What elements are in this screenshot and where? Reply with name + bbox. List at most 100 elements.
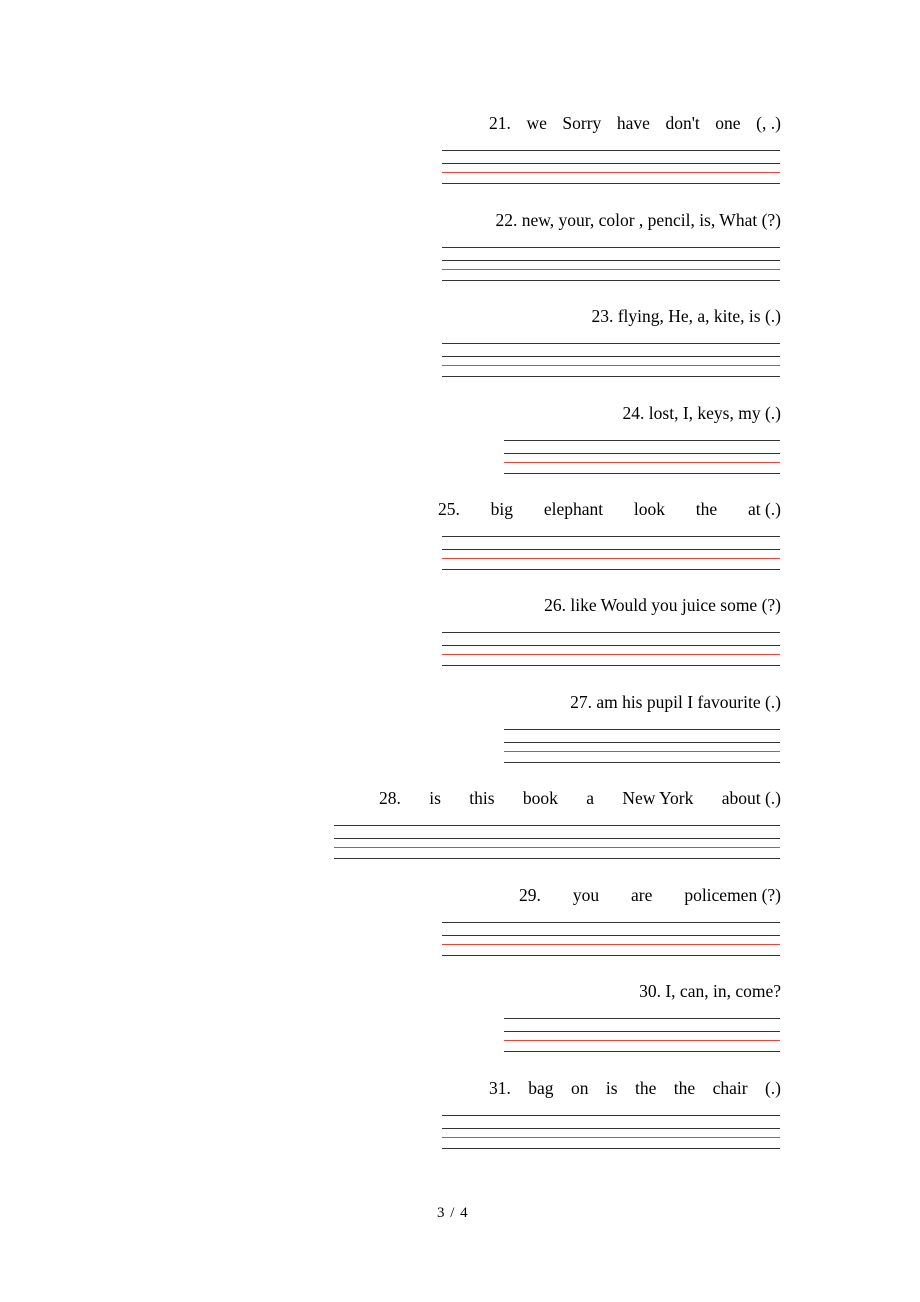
- answer-rule: [504, 453, 780, 454]
- answer-rule-red: [334, 847, 780, 848]
- answer-rule: [442, 1115, 780, 1116]
- answer-rule: [442, 150, 780, 151]
- answer-rule-red: [442, 558, 780, 559]
- prompt-word: New York: [622, 788, 694, 808]
- answer-rule-red: [504, 1040, 780, 1041]
- answer-rule: [442, 260, 780, 261]
- answer-rule: [442, 163, 780, 164]
- prompt-word: 25.: [438, 499, 460, 519]
- prompt-word: the: [673, 1078, 696, 1098]
- answer-rule: [442, 645, 780, 646]
- answer-lines[interactable]: [504, 440, 780, 480]
- prompt-word: big: [490, 499, 514, 519]
- answer-rule-red: [442, 365, 780, 366]
- exercise-prompt: 26. like Would you juice some (?): [544, 595, 781, 615]
- prompt-word: on: [570, 1078, 589, 1098]
- answer-rule: [504, 1051, 780, 1052]
- prompt-word: don't: [665, 113, 700, 133]
- prompt-word: are: [631, 885, 653, 905]
- answer-rule-red: [504, 462, 780, 463]
- answer-lines[interactable]: [442, 632, 780, 672]
- answer-lines[interactable]: [442, 343, 780, 383]
- answer-rule: [442, 376, 780, 377]
- answer-lines[interactable]: [504, 1018, 780, 1058]
- exercise-prompt: 31. bag on is the the chair (.): [489, 1078, 781, 1098]
- answer-lines[interactable]: [442, 536, 780, 576]
- answer-rule: [442, 280, 780, 281]
- prompt-word: elephant: [543, 499, 604, 519]
- answer-rule: [504, 1031, 780, 1032]
- prompt-word: (, .): [756, 113, 781, 133]
- answer-rule: [442, 922, 780, 923]
- prompt-word: 29.: [519, 885, 541, 905]
- answer-rule: [442, 536, 780, 537]
- answer-rule: [334, 838, 780, 839]
- answer-rule: [442, 935, 780, 936]
- prompt-word: book: [522, 788, 558, 808]
- answer-rule: [334, 858, 780, 859]
- prompt-word: look: [633, 499, 665, 519]
- answer-rule: [442, 356, 780, 357]
- answer-rule: [442, 549, 780, 550]
- answer-rule: [504, 440, 780, 441]
- exercise-prompt: 27. am his pupil I favourite (.): [570, 692, 781, 712]
- answer-rule: [504, 742, 780, 743]
- answer-rule: [442, 247, 780, 248]
- answer-rule: [442, 665, 780, 666]
- answer-lines[interactable]: [442, 1115, 780, 1155]
- answer-rule-red: [442, 172, 780, 173]
- prompt-word: policemen (?): [684, 885, 781, 905]
- answer-rule: [442, 183, 780, 184]
- prompt-word: is: [429, 788, 441, 808]
- prompt-word: at (.): [747, 499, 781, 519]
- exercise-prompt: 24. lost, I, keys, my (.): [622, 403, 781, 423]
- answer-rule: [504, 473, 780, 474]
- answer-rule: [442, 1148, 780, 1149]
- exercise-prompt: 25. big elephant look the at (.): [438, 499, 781, 519]
- answer-rule-red: [504, 751, 780, 752]
- answer-rule-red: [442, 1137, 780, 1138]
- answer-lines[interactable]: [504, 729, 780, 769]
- prompt-word: bag: [528, 1078, 554, 1098]
- answer-rule: [442, 343, 780, 344]
- answer-rule: [442, 955, 780, 956]
- answer-rule-red: [442, 944, 780, 945]
- prompt-word: (.): [764, 1078, 781, 1098]
- exercise-prompt: 21. we Sorry have don't one (, .): [489, 113, 781, 133]
- worksheet-page: 21. we Sorry have don't one (, .) 22. new, your…: [0, 0, 920, 1302]
- prompt-word: about (.): [721, 788, 781, 808]
- answer-rule: [334, 825, 780, 826]
- prompt-word: the: [634, 1078, 657, 1098]
- prompt-word: chair: [712, 1078, 748, 1098]
- prompt-word: 28.: [379, 788, 401, 808]
- answer-rule-red: [442, 654, 780, 655]
- answer-rule-red: [442, 269, 780, 270]
- exercise-prompt: 23. flying, He, a, kite, is (.): [591, 306, 781, 326]
- prompt-word: 21.: [489, 113, 511, 133]
- answer-lines[interactable]: [442, 247, 780, 287]
- prompt-word: 31.: [489, 1078, 511, 1098]
- answer-lines[interactable]: [334, 825, 780, 865]
- page-number: 3 / 4: [437, 1205, 469, 1221]
- answer-rule: [442, 569, 780, 570]
- prompt-word: is: [605, 1078, 618, 1098]
- answer-lines[interactable]: [442, 922, 780, 962]
- prompt-word: one: [715, 113, 741, 133]
- answer-lines[interactable]: [442, 150, 780, 190]
- answer-rule: [442, 1128, 780, 1129]
- answer-rule: [504, 1018, 780, 1019]
- prompt-word: Sorry: [562, 113, 602, 133]
- prompt-word: the: [695, 499, 718, 519]
- exercise-prompt: 30. I, can, in, come?: [639, 981, 781, 1001]
- prompt-word: a: [586, 788, 595, 808]
- answer-rule: [504, 762, 780, 763]
- exercise-prompt: 29. you are policemen (?): [519, 885, 781, 905]
- answer-rule: [504, 729, 780, 730]
- exercise-prompt: 28. is this book a New York about (.): [379, 788, 781, 808]
- prompt-word: you: [572, 885, 600, 905]
- prompt-word: this: [469, 788, 495, 808]
- answer-rule: [442, 632, 780, 633]
- exercise-prompt: 22. new, your, color , pencil, is, What …: [495, 210, 781, 230]
- prompt-word: have: [616, 113, 650, 133]
- prompt-word: we: [526, 113, 547, 133]
